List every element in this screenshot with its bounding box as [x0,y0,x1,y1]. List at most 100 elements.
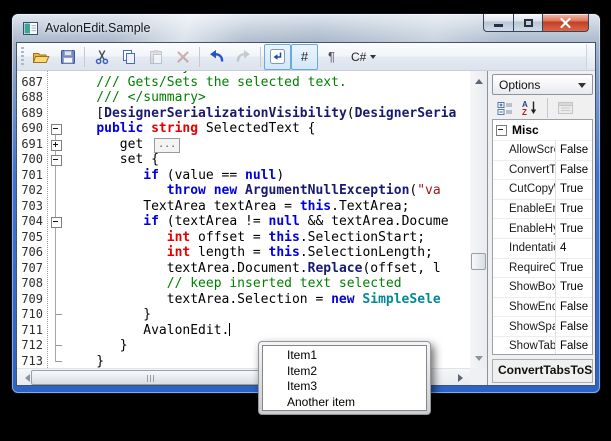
property-value[interactable]: False [555,337,592,355]
property-value[interactable]: True [555,219,592,238]
property-name[interactable]: CutCopyW [509,180,555,199]
code-line[interactable]: 706 int length = this.SelectionLength; [17,245,470,261]
completion-item[interactable]: Another item [263,395,426,411]
code-text[interactable]: } [65,354,104,369]
code-editor[interactable]: 686 /// <summary>687 /// Gets/Sets the s… [17,71,488,385]
code-text[interactable]: public string SelectedText { [65,121,315,137]
fold-collapse-icon[interactable] [51,217,62,228]
property-value[interactable]: False [555,298,592,317]
completion-item[interactable]: Item2 [263,364,426,380]
formatting-marks-toggle[interactable]: ¶ [318,44,345,70]
options-combobox[interactable]: Options [492,74,593,95]
code-text[interactable]: textArea.Document.Replace(offset, l [65,261,441,277]
code-line[interactable]: 705 int offset = this.SelectionStart; [17,230,470,246]
property-name[interactable]: ShowSpa [509,317,555,336]
code-text[interactable]: set { [65,152,159,168]
property-row[interactable]: CutCopyWTrue [493,180,592,200]
property-row[interactable]: ShowSpaFalse [493,317,592,337]
property-value[interactable]: 4 [555,239,592,258]
property-name[interactable]: EnableEm [509,200,555,219]
code-text[interactable]: if (textArea != null && textArea.Docume [65,214,449,230]
property-value[interactable]: True [555,180,592,199]
code-text[interactable]: } [65,338,128,354]
paste-button[interactable] [142,44,169,70]
code-text[interactable]: get ... [65,137,180,153]
property-name[interactable]: ShowTab [509,337,555,355]
property-value[interactable]: True [555,259,592,278]
collapse-minus-icon[interactable] [496,125,507,136]
code-line[interactable]: 690 public string SelectedText { [17,121,470,137]
code-text[interactable]: [DesignerSerializationVisibility(Designe… [65,106,456,122]
property-row[interactable]: ConvertTaFalse [493,161,592,181]
fold-collapse-icon[interactable] [51,155,62,166]
save-button[interactable] [54,44,81,70]
code-text[interactable]: /// </summary> [65,90,206,106]
property-value[interactable]: True [555,278,592,297]
code-line[interactable]: 691 get ... [17,137,470,153]
property-row[interactable]: ShowTabFalse [493,337,592,355]
property-name[interactable]: Indentatio [509,239,555,258]
property-name[interactable]: ShowBox [509,278,555,297]
scroll-down-button[interactable] [470,352,487,368]
open-button[interactable] [27,44,54,70]
completion-item[interactable]: Item1 [263,348,426,364]
property-name[interactable]: AllowScro [509,141,555,160]
collapsed-fold-box[interactable]: ... [154,138,180,153]
property-row[interactable]: ShowBoxTrue [493,278,592,298]
language-dropdown[interactable]: C# [345,44,382,70]
property-row[interactable]: ShowEndFalse [493,298,592,318]
code-line[interactable]: 711 AvalonEdit. [17,323,470,339]
categorized-view-button[interactable] [494,98,516,118]
code-line[interactable]: 701 if (value == null) [17,168,470,184]
scroll-right-button[interactable] [454,369,470,386]
property-name[interactable]: EnableHy [509,219,555,238]
fold-expand-icon[interactable] [51,140,62,151]
code-text[interactable]: TextArea textArea = this.TextArea; [65,199,409,215]
property-value[interactable]: False [555,161,592,180]
copy-button[interactable] [115,44,142,70]
code-text[interactable]: /// Gets/Sets the selected text. [65,75,347,91]
code-text[interactable]: AvalonEdit. [65,323,230,339]
completion-item[interactable]: Item3 [263,379,426,395]
code-text[interactable]: int offset = this.SelectionStart; [65,230,425,246]
code-line[interactable]: 689 [DesignerSerializationVisibility(Des… [17,106,470,122]
code-line[interactable]: 703 TextArea textArea = this.TextArea; [17,199,470,215]
code-text[interactable]: // keep inserted text selected [65,276,402,292]
toolbar-grip[interactable] [21,47,24,67]
code-line[interactable]: 710 } [17,307,470,323]
code-text[interactable]: throw new ArgumentNullException("va [65,183,441,199]
code-text[interactable]: int length = this.SelectionLength; [65,245,433,261]
code-text[interactable]: if (value == null) [65,168,284,184]
redo-button[interactable] [230,44,257,70]
property-row[interactable]: Indentatio4 [493,239,592,259]
sort-alphabetical-button[interactable]: A Z [519,98,541,118]
property-row[interactable]: EnableHyTrue [493,219,592,239]
toolbar-overflow[interactable] [586,44,595,69]
code-line[interactable]: 702 throw new ArgumentNullException("va [17,183,470,199]
code-line[interactable]: 709 textArea.Selection = new SimpleSele [17,292,470,308]
category-row-misc[interactable]: Misc [493,120,592,141]
horizontal-scroll-thumb[interactable] [31,370,273,385]
property-name[interactable]: RequireCo [509,259,555,278]
code-line[interactable]: 687 /// Gets/Sets the selected text. [17,75,470,91]
maximize-button[interactable] [513,14,543,32]
code-line[interactable]: 704 if (textArea != null && textArea.Doc… [17,214,470,230]
delete-button[interactable] [169,44,196,70]
minimize-button[interactable] [483,14,514,32]
fold-collapse-icon[interactable] [51,124,62,135]
code-line[interactable]: 688 /// </summary> [17,90,470,106]
code-line[interactable]: 700 set { [17,152,470,168]
code-line[interactable]: 707 textArea.Document.Replace(offset, l [17,261,470,277]
code-text[interactable]: } [65,307,151,323]
property-row[interactable]: AllowScroFalse [493,141,592,161]
word-wrap-toggle[interactable] [264,44,291,70]
cut-button[interactable] [88,44,115,70]
property-value[interactable]: False [555,317,592,336]
vertical-scroll-thumb[interactable] [471,253,486,270]
property-value[interactable]: False [555,141,592,160]
undo-button[interactable] [203,44,230,70]
editor-viewport[interactable]: 686 /// <summary>687 /// Gets/Sets the s… [17,71,470,368]
vertical-scrollbar[interactable] [470,71,487,368]
property-row[interactable]: EnableEmTrue [493,200,592,220]
property-row[interactable]: RequireCoTrue [493,259,592,279]
